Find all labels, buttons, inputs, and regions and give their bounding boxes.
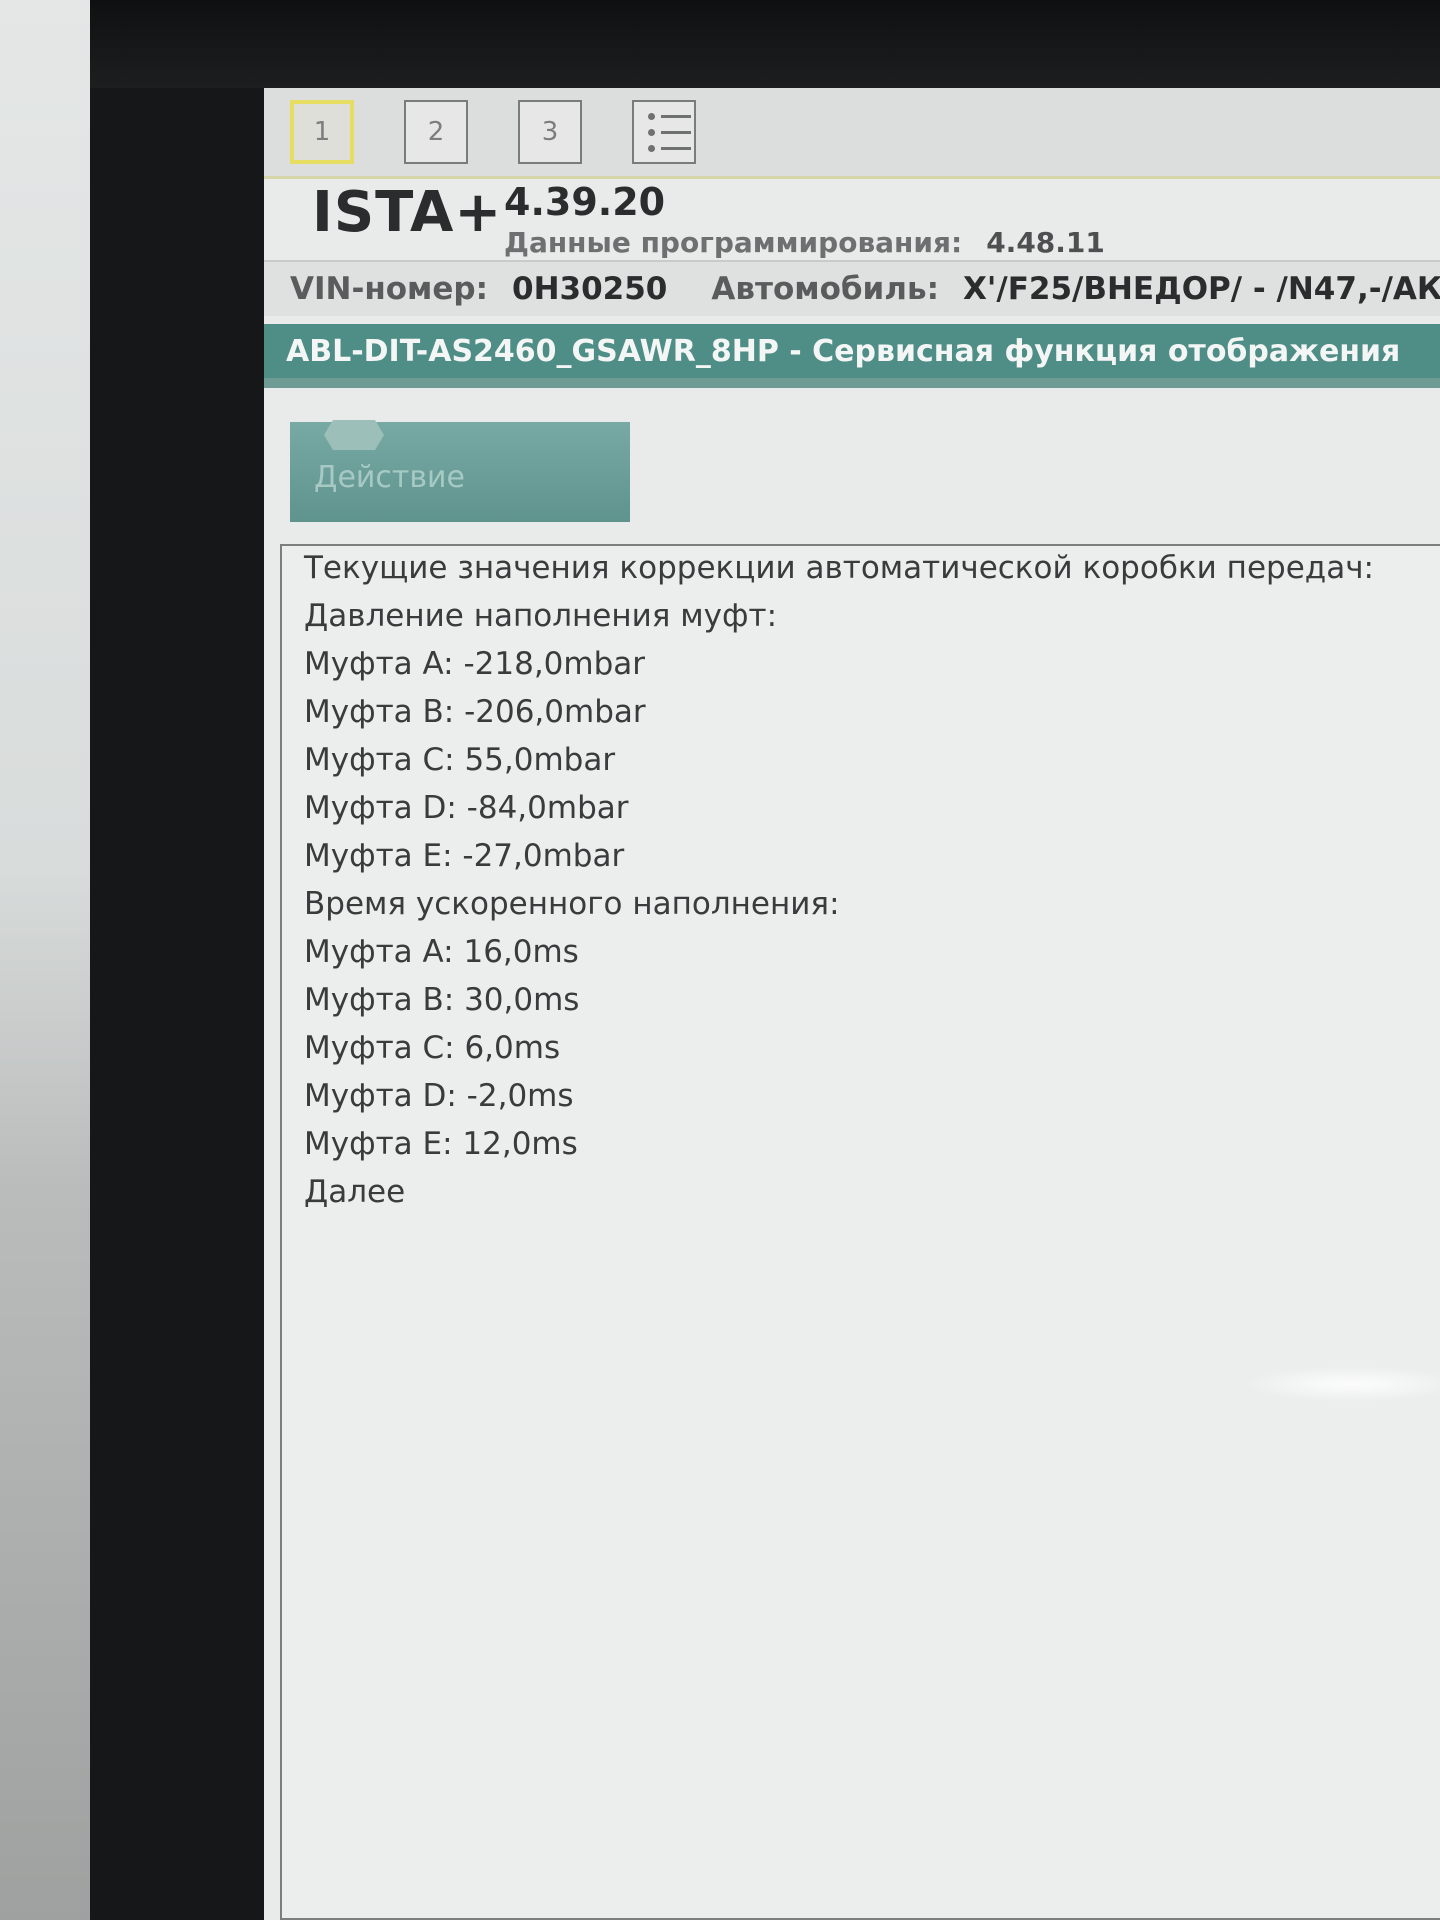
next-link[interactable]: Далее bbox=[304, 1174, 405, 1210]
background-wall bbox=[0, 0, 90, 1920]
time-a: Муфта A: 16,0ms bbox=[304, 934, 579, 970]
service-function-title: ABL-DIT-AS2460_GSAWR_8HP - Сервисная фун… bbox=[264, 324, 1440, 388]
list-icon[interactable] bbox=[632, 100, 696, 164]
result-heading: Текущие значения коррекции автоматическо… bbox=[304, 550, 1374, 586]
action-tab-label: Действие bbox=[314, 460, 465, 495]
vin-label: VIN-номер: bbox=[290, 271, 489, 307]
time-b: Муфта B: 30,0ms bbox=[304, 982, 580, 1018]
pressure-d: Муфта D: -84,0mbar bbox=[304, 790, 629, 826]
screen-glare bbox=[1242, 1366, 1440, 1402]
time-d: Муфта D: -2,0ms bbox=[304, 1078, 574, 1114]
app-brand: ISTA+ bbox=[312, 180, 503, 245]
top-toolbar: 1 2 3 bbox=[264, 88, 1440, 179]
tab-3[interactable]: 3 bbox=[518, 100, 582, 164]
pressure-heading: Давление наполнения муфт: bbox=[304, 598, 778, 634]
vin-value: 0H30250 bbox=[512, 271, 668, 307]
monitor-bezel-top bbox=[90, 0, 1440, 88]
programming-data: Данные программирования: 4.48.11 bbox=[504, 226, 1105, 259]
action-tab[interactable]: Действие bbox=[290, 420, 630, 522]
pressure-a: Муфта A: -218,0mbar bbox=[304, 646, 646, 682]
result-panel: Текущие значения коррекции автоматическо… bbox=[280, 544, 1440, 1920]
vehicle-info-bar: VIN-номер: 0H30250 Автомобиль: X'/F25/ВН… bbox=[264, 260, 1440, 316]
programming-data-value: 4.48.11 bbox=[986, 226, 1105, 259]
programming-data-label: Данные программирования: bbox=[504, 226, 963, 259]
pressure-c: Муфта C: 55,0mbar bbox=[304, 742, 616, 778]
pressure-b: Муфта B: -206,0mbar bbox=[304, 694, 646, 730]
app-version: 4.39.20 bbox=[504, 180, 666, 224]
ista-screen: 1 2 3 ISTA+ 4.39.20 Данные программирова… bbox=[264, 88, 1440, 1920]
car-label: Автомобиль: bbox=[711, 271, 939, 307]
tab-2[interactable]: 2 bbox=[404, 100, 468, 164]
time-heading: Время ускоренного наполнения: bbox=[304, 886, 840, 922]
time-e: Муфта E: 12,0ms bbox=[304, 1126, 578, 1162]
car-value: X'/F25/ВНЕДОР/ - /N47,-/АКПП bbox=[962, 271, 1440, 307]
hexagon-icon bbox=[324, 420, 384, 450]
time-c: Муфта C: 6,0ms bbox=[304, 1030, 561, 1066]
tab-1[interactable]: 1 bbox=[290, 100, 354, 164]
pressure-e: Муфта E: -27,0mbar bbox=[304, 838, 625, 874]
